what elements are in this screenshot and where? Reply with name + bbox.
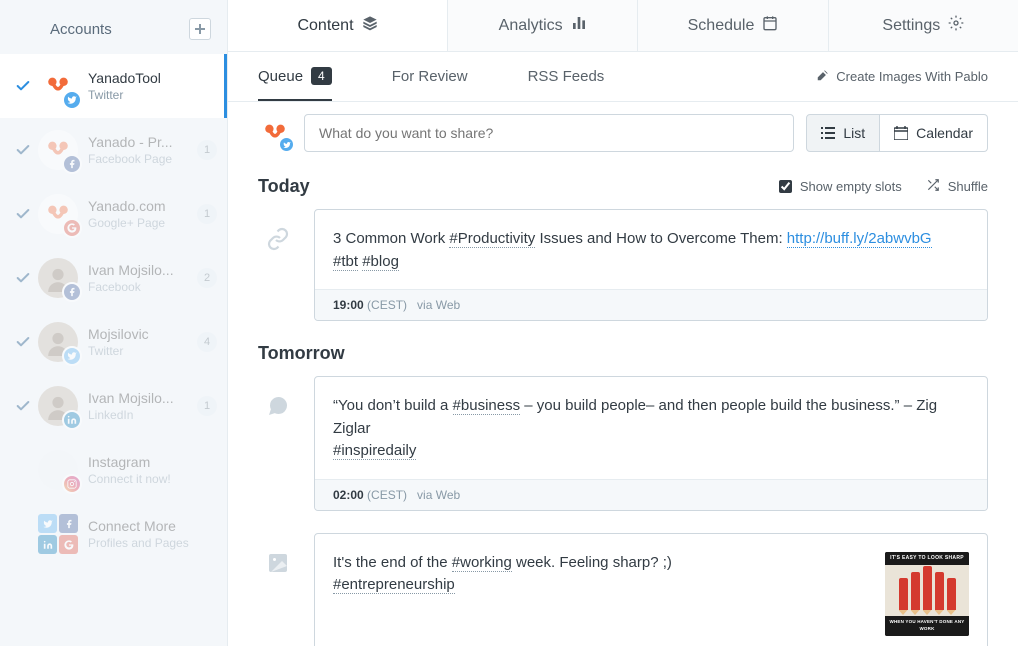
account-subtitle: LinkedIn: [88, 408, 193, 422]
account-name: Instagram: [88, 454, 217, 470]
account-subtitle: Profiles and Pages: [88, 536, 217, 550]
queue-count-badge: 1: [197, 396, 217, 416]
sidebar-title: Accounts: [50, 21, 112, 38]
show-empty-slots-toggle[interactable]: Show empty slots: [779, 179, 902, 194]
account-subtitle: Twitter: [88, 344, 193, 358]
account-avatar: [38, 194, 78, 234]
google-icon: [62, 218, 82, 238]
queue-count: 4: [311, 67, 332, 85]
account-item-2[interactable]: Yanado.com Google+ Page 1: [0, 182, 227, 246]
gear-icon: [948, 15, 964, 36]
tab-settings[interactable]: Settings: [829, 0, 1018, 51]
content-area: List Calendar Today Show empty slots Shuf…: [228, 102, 1018, 646]
account-item-4[interactable]: Mojsilovic Twitter 4: [0, 310, 227, 374]
subtab-for-review[interactable]: For Review: [392, 54, 468, 99]
bars-icon: [571, 15, 587, 36]
add-account-button[interactable]: [189, 18, 211, 40]
account-avatar: [38, 66, 78, 106]
account-name: Yanado - Pr...: [88, 134, 193, 150]
wand-icon: [816, 68, 830, 85]
twitter-icon: [62, 346, 82, 366]
calendar-view-button[interactable]: Calendar: [880, 114, 988, 152]
pablo-link[interactable]: Create Images With Pablo: [816, 68, 988, 85]
account-name: YanadoTool: [88, 70, 217, 86]
section-title: Tomorrow: [258, 343, 345, 364]
account-item-0[interactable]: YanadoTool Twitter: [0, 54, 227, 118]
account-subtitle: Google+ Page: [88, 216, 193, 230]
post-text: 3 Common Work #Productivity Issues and H…: [333, 228, 969, 273]
tab-analytics[interactable]: Analytics: [448, 0, 638, 51]
connect-more-icon: [38, 514, 78, 554]
check-icon: [8, 334, 38, 350]
account-name: Yanado.com: [88, 198, 193, 214]
calendar-icon: [762, 15, 778, 36]
twitter-icon: [278, 136, 295, 153]
queue-count-badge: 2: [197, 268, 217, 288]
twitter-icon: [62, 90, 82, 110]
plus-icon: [195, 24, 205, 34]
check-icon: [8, 398, 38, 414]
list-icon: [821, 127, 835, 139]
check-icon: [8, 270, 38, 286]
account-item-5[interactable]: Ivan Mojsilo... LinkedIn 1: [0, 374, 227, 438]
stack-icon: [362, 15, 378, 36]
post-thumbnail: IT'S EASY TO LOOK SHARPWHEN YOU HAVEN'T …: [885, 552, 969, 636]
account-item-6[interactable]: Instagram Connect it now!: [0, 438, 227, 502]
post-text: It's the end of the #working week. Feeli…: [333, 552, 871, 636]
sidebar: Accounts YanadoTool Twitter Yanado - Pr...…: [0, 0, 228, 646]
check-icon: [8, 142, 38, 158]
post-item[interactable]: 3 Common Work #Productivity Issues and H…: [258, 209, 988, 321]
account-name: Mojsilovic: [88, 326, 193, 342]
account-avatar: [38, 450, 78, 490]
account-avatar: [38, 130, 78, 170]
queue-count-badge: 4: [197, 332, 217, 352]
section-title: Today: [258, 176, 310, 197]
top-tabs: ContentAnalyticsScheduleSettings: [228, 0, 1018, 52]
composer-avatar: [258, 116, 292, 150]
account-item-1[interactable]: Yanado - Pr... Facebook Page 1: [0, 118, 227, 182]
queue-count-badge: 1: [197, 140, 217, 160]
account-avatar: [38, 386, 78, 426]
facebook-icon: [62, 282, 82, 302]
facebook-icon: [62, 154, 82, 174]
calendar-icon: [894, 126, 908, 140]
account-item-3[interactable]: Ivan Mojsilo... Facebook 2: [0, 246, 227, 310]
post-footer: 19:00 (CEST) via Web: [315, 289, 987, 320]
account-subtitle: Facebook: [88, 280, 193, 294]
linkedin-icon: [62, 410, 82, 430]
image-icon: [258, 533, 298, 646]
account-subtitle: Connect it now!: [88, 472, 217, 486]
composer-row: List Calendar: [258, 114, 988, 152]
instagram-icon: [62, 474, 82, 494]
shuffle-icon: [926, 178, 940, 195]
post-item[interactable]: It's the end of the #working week. Feeli…: [258, 533, 988, 646]
list-view-button[interactable]: List: [806, 114, 880, 152]
account-subtitle: Facebook Page: [88, 152, 193, 166]
subtab-rss-feeds[interactable]: RSS Feeds: [528, 54, 605, 99]
chat-icon: [258, 376, 298, 511]
account-list: YanadoTool Twitter Yanado - Pr... Facebook …: [0, 54, 227, 566]
account-name: Ivan Mojsilo...: [88, 262, 193, 278]
composer-input[interactable]: [304, 114, 794, 152]
post-footer: 02:00 (CEST) via Web: [315, 479, 987, 510]
tab-schedule[interactable]: Schedule: [638, 0, 828, 51]
tab-content[interactable]: Content: [228, 0, 448, 51]
post-item[interactable]: “You don’t build a #business – you build…: [258, 376, 988, 511]
show-empty-checkbox[interactable]: [779, 180, 792, 193]
account-avatar: [38, 258, 78, 298]
queue-count-badge: 1: [197, 204, 217, 224]
check-icon: [8, 78, 38, 94]
main: ContentAnalyticsScheduleSettings Queue4 F…: [228, 0, 1018, 646]
sub-tabs: Queue4 For Review RSS Feeds Create Images W…: [228, 52, 1018, 102]
account-name: Connect More: [88, 518, 217, 534]
account-name: Ivan Mojsilo...: [88, 390, 193, 406]
post-text: “You don’t build a #business – you build…: [333, 395, 969, 463]
subtab-queue[interactable]: Queue4: [258, 53, 332, 101]
shuffle-button[interactable]: Shuffle: [926, 178, 988, 195]
account-subtitle: Twitter: [88, 88, 217, 102]
account-item-7[interactable]: Connect More Profiles and Pages: [0, 502, 227, 566]
link-icon: [258, 209, 298, 321]
check-icon: [8, 206, 38, 222]
account-avatar: [38, 322, 78, 362]
